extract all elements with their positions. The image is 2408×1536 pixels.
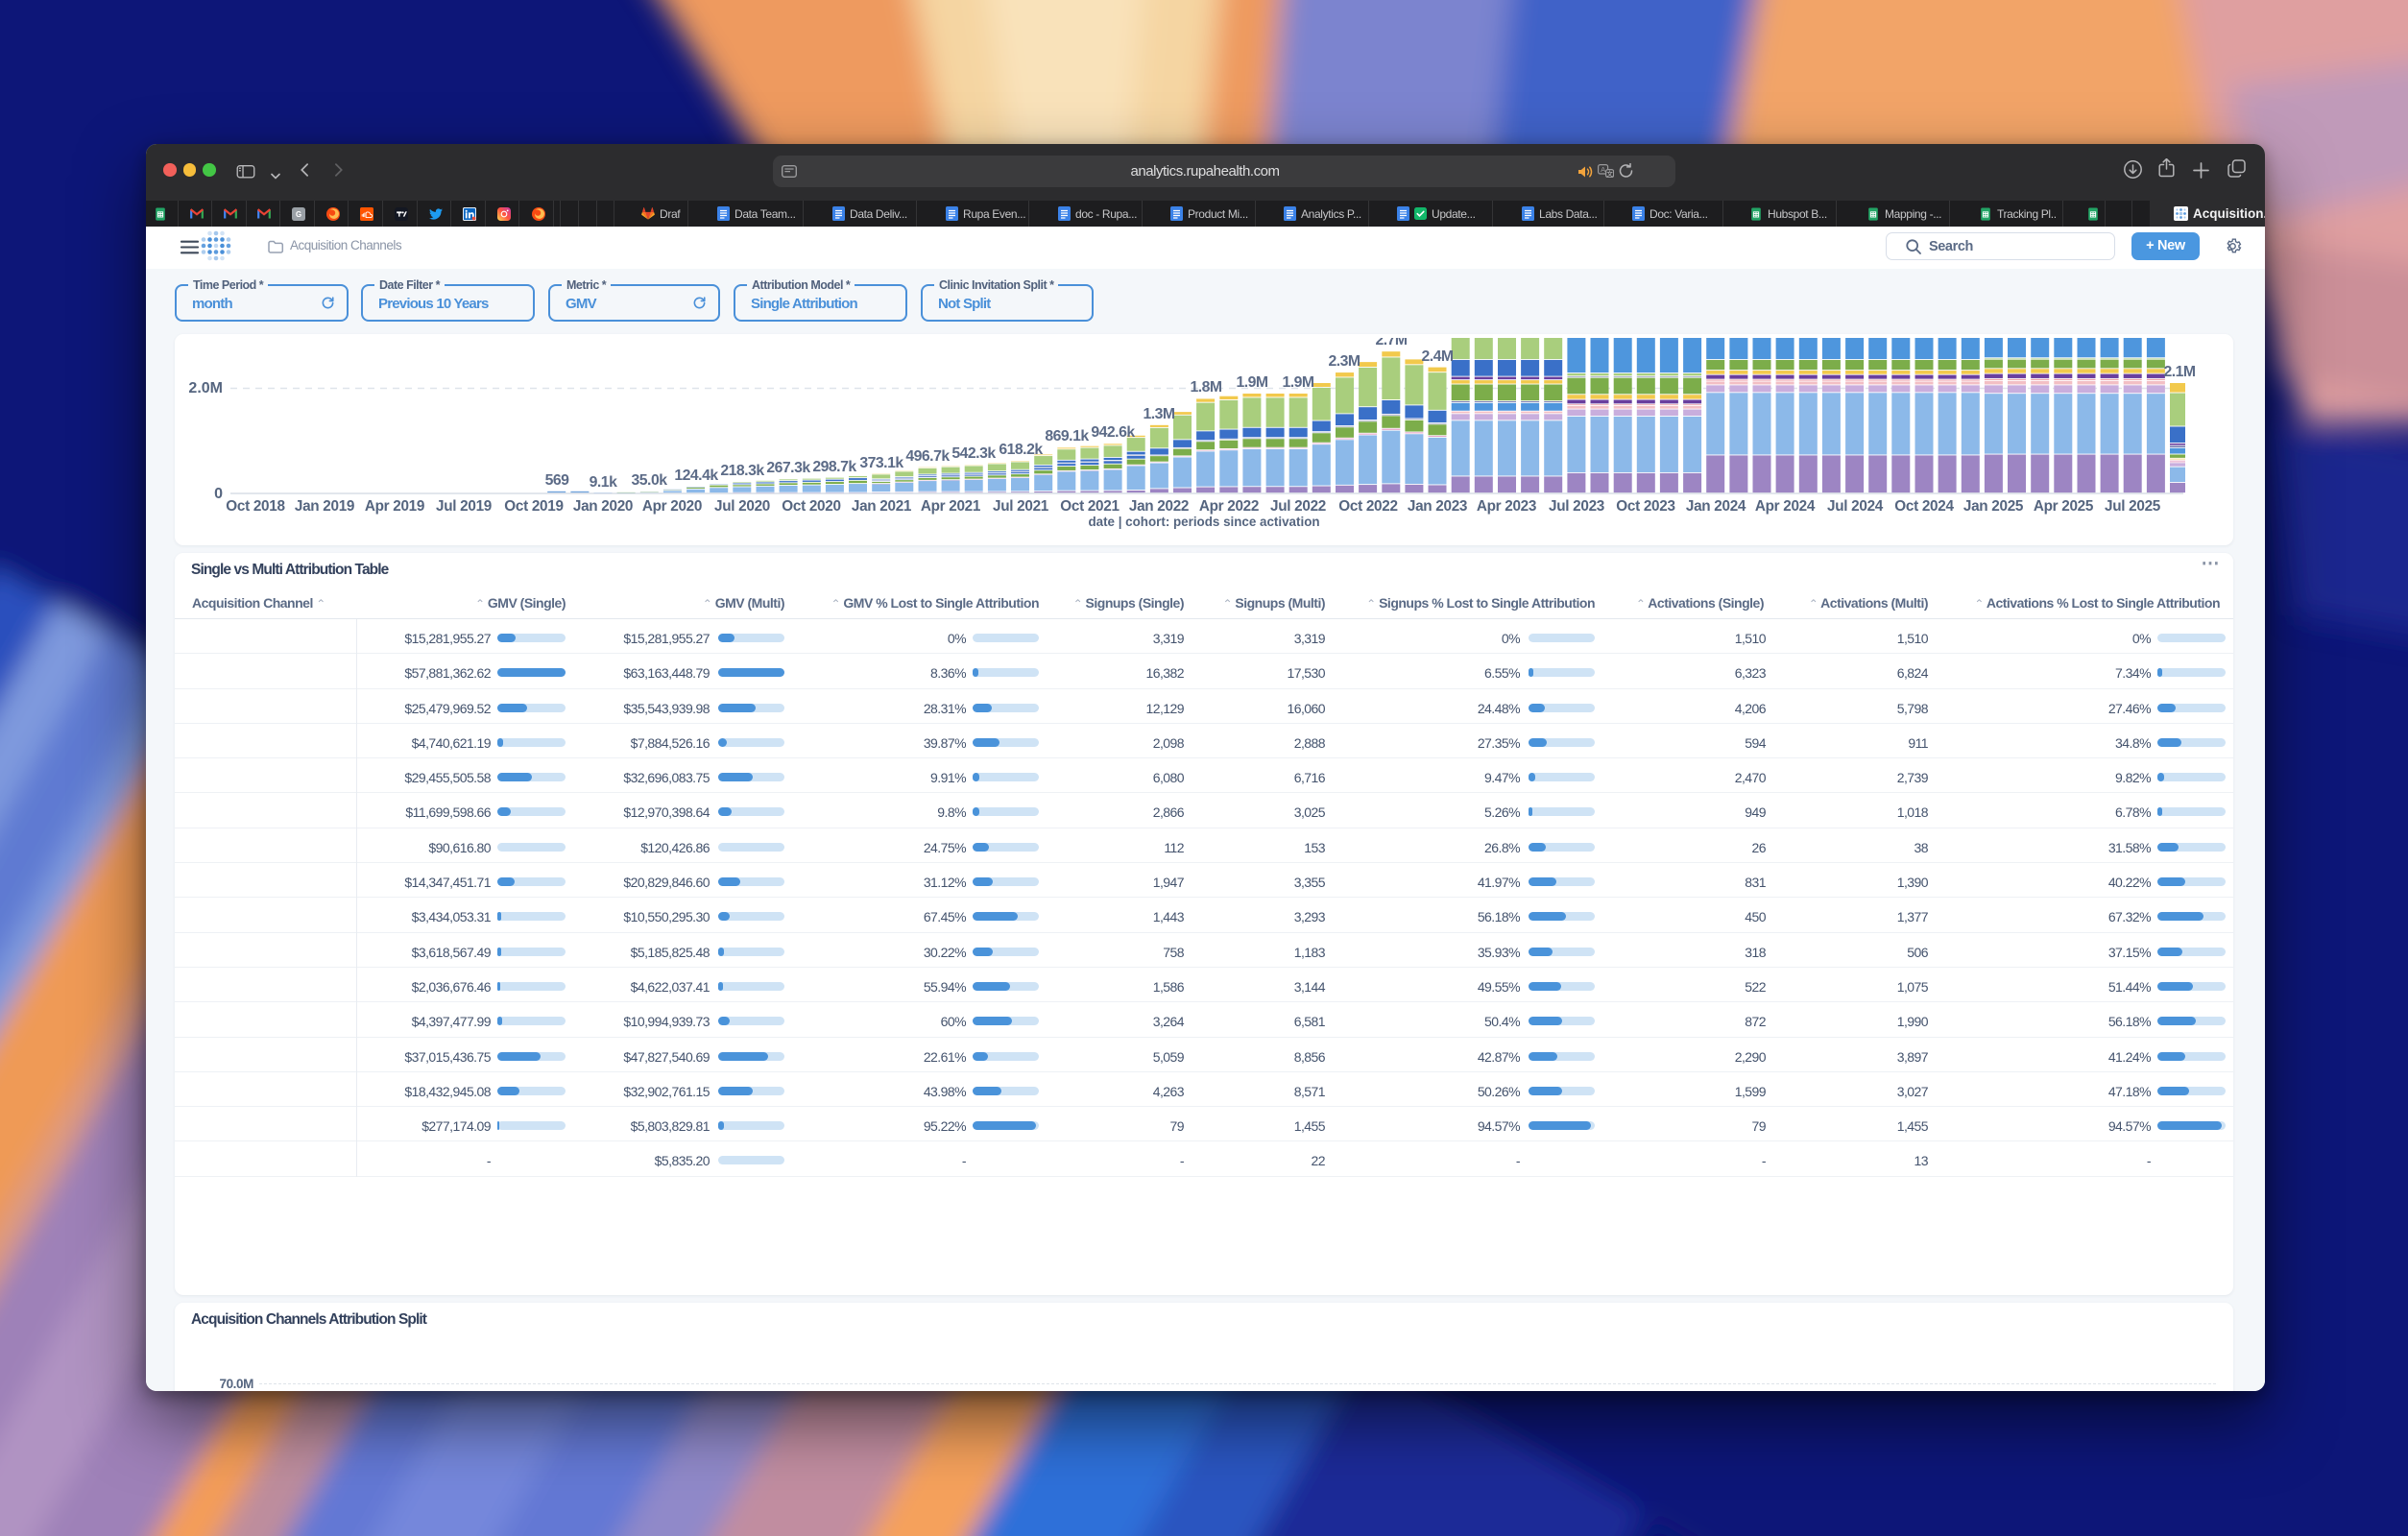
svg-text:2.1M: 2.1M (2163, 364, 2195, 380)
svg-text:Jan 2020: Jan 2020 (573, 498, 633, 515)
svg-text:Jul 2025: Jul 2025 (2105, 498, 2161, 515)
svg-text:文: 文 (1606, 169, 1613, 178)
svg-text:869.1k: 869.1k (1045, 428, 1089, 444)
svg-text:569: 569 (545, 472, 570, 489)
svg-text:date | cohort: periods since a: date | cohort: periods since activation (1088, 515, 1319, 529)
svg-text:Jul 2023: Jul 2023 (1549, 498, 1604, 515)
svg-text:267.3k: 267.3k (766, 460, 810, 476)
svg-text:Jul 2024: Jul 2024 (1827, 498, 1884, 515)
svg-text:Apr 2025: Apr 2025 (2034, 498, 2094, 515)
svg-text:G: G (296, 210, 301, 219)
svg-text:Jan 2022: Jan 2022 (1129, 498, 1189, 515)
svg-text:A: A (1601, 165, 1605, 174)
svg-text:2.0M: 2.0M (188, 380, 223, 396)
svg-text:Oct 2024: Oct 2024 (1894, 498, 1954, 515)
svg-text:Apr 2019: Apr 2019 (365, 498, 424, 515)
svg-text:Apr 2021: Apr 2021 (921, 498, 981, 515)
svg-text:1.9M: 1.9M (1236, 374, 1267, 391)
svg-text:Jul 2022: Jul 2022 (1270, 498, 1326, 515)
svg-text:Jul 2020: Jul 2020 (714, 498, 770, 515)
svg-text:Oct 2019: Oct 2019 (504, 498, 563, 515)
svg-text:Apr 2020: Apr 2020 (642, 498, 702, 515)
svg-text:Oct 2022: Oct 2022 (1338, 498, 1397, 515)
svg-text:1.8M: 1.8M (1190, 379, 1221, 396)
svg-text:Jan 2025: Jan 2025 (1963, 498, 2024, 515)
svg-text:Jan 2021: Jan 2021 (852, 498, 912, 515)
svg-text:2.4M: 2.4M (1421, 348, 1453, 365)
svg-text:Apr 2022: Apr 2022 (1199, 498, 1259, 515)
svg-text:Jan 2023: Jan 2023 (1408, 498, 1467, 515)
svg-text:1.3M: 1.3M (1143, 406, 1174, 422)
svg-text:Jan 2019: Jan 2019 (295, 498, 354, 515)
svg-text:Oct 2021: Oct 2021 (1060, 498, 1120, 515)
svg-text:Apr 2024: Apr 2024 (1755, 498, 1816, 515)
svg-text:0: 0 (214, 486, 223, 502)
svg-text:942.6k: 942.6k (1091, 424, 1135, 441)
svg-text:Oct 2023: Oct 2023 (1616, 498, 1674, 515)
svg-text:Jan 2024: Jan 2024 (1686, 498, 1746, 515)
svg-text:1.9M: 1.9M (1282, 374, 1313, 391)
svg-text:Apr 2023: Apr 2023 (1477, 498, 1536, 515)
svg-text:2.7M: 2.7M (1375, 338, 1407, 348)
svg-text:124.4k: 124.4k (674, 468, 718, 484)
svg-text:496.7k: 496.7k (905, 448, 950, 465)
svg-text:Jul 2021: Jul 2021 (993, 498, 1049, 515)
svg-text:298.7k: 298.7k (812, 459, 856, 475)
svg-text:618.2k: 618.2k (999, 442, 1043, 458)
svg-text:542.3k: 542.3k (951, 445, 996, 462)
svg-text:35.0k: 35.0k (631, 472, 667, 489)
svg-text:Oct 2018: Oct 2018 (226, 498, 285, 515)
svg-text:Oct 2020: Oct 2020 (782, 498, 840, 515)
svg-text:9.1k: 9.1k (590, 474, 617, 491)
svg-text:218.3k: 218.3k (720, 463, 764, 479)
svg-text:2.3M: 2.3M (1328, 353, 1360, 370)
svg-text:373.1k: 373.1k (859, 455, 903, 471)
svg-text:Jul 2019: Jul 2019 (436, 498, 492, 515)
